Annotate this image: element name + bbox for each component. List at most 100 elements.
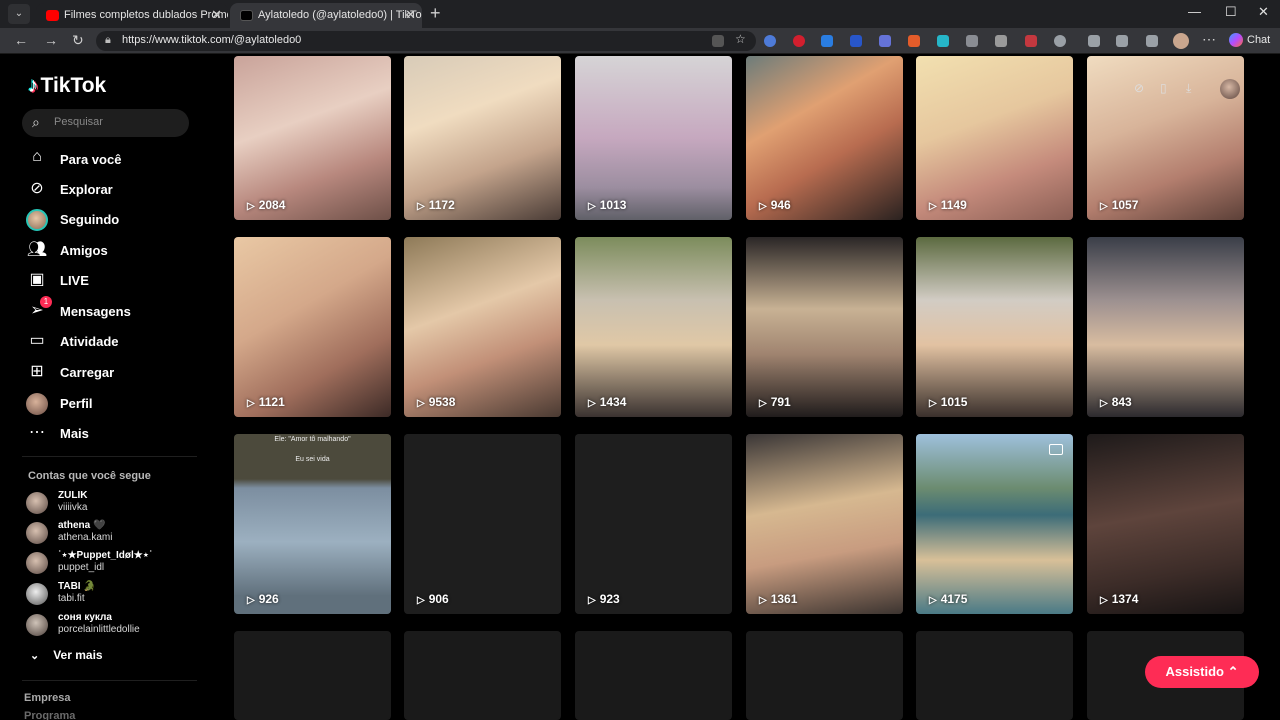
extension-icon[interactable]: [879, 35, 891, 47]
video-thumbnail: [234, 56, 391, 220]
video-card[interactable]: ▷ 1434: [575, 237, 732, 417]
video-card[interactable]: ▷ 9538: [404, 237, 561, 417]
site-info-icon[interactable]: 🔒︎: [105, 34, 111, 47]
profile-avatar[interactable]: [1173, 33, 1189, 49]
nav-mensagens[interactable]: ➢ 1 Mensagens: [24, 296, 204, 324]
maximize-icon[interactable]: ☐: [1225, 4, 1237, 20]
extension-icon[interactable]: [850, 35, 862, 47]
following-account[interactable]: соня кукла porcelainlittledollie: [26, 612, 206, 638]
video-card[interactable]: ▷ 4175: [916, 434, 1073, 614]
extension-icon[interactable]: [764, 35, 776, 47]
video-thumbnail: [916, 434, 1073, 614]
tiktok-logo[interactable]: ♪TikTok: [28, 74, 106, 98]
nav-explorar[interactable]: ⊘ Explorar: [24, 178, 204, 202]
copilot-chat-button[interactable]: Chat: [1229, 33, 1270, 47]
play-icon: ▷: [929, 398, 937, 409]
nav-carregar[interactable]: ⊞ Carregar: [24, 361, 204, 385]
video-thumbnail: [1087, 434, 1244, 614]
nav-label: Perfil: [60, 396, 93, 411]
video-card[interactable]: ▷ 1374: [1087, 434, 1244, 614]
nav-label: Explorar: [60, 182, 113, 197]
favorites-icon[interactable]: [1116, 35, 1128, 47]
nav-atividade[interactable]: ▭ Atividade: [24, 330, 204, 354]
following-account[interactable]: ˙⋆★Puppet_Idøl★⋆˙ puppet_idl: [26, 550, 206, 576]
url-field[interactable]: 🔒︎ https://www.tiktok.com/@aylatoledo0: [96, 31, 756, 51]
video-card[interactable]: ▷ 1015: [916, 237, 1073, 417]
nav-label: Amigos: [60, 243, 108, 258]
view-count: ▷ 1172: [417, 198, 455, 212]
divider: [22, 680, 197, 681]
device-icon[interactable]: ▯: [1160, 81, 1167, 95]
account-name: TABI 🐊: [58, 581, 96, 592]
extension-icon[interactable]: [1025, 35, 1037, 47]
footer-program-link[interactable]: Programa: [24, 710, 75, 720]
account-handle: athena.kami: [58, 532, 113, 543]
nav-seguindo[interactable]: Seguindo: [24, 208, 204, 232]
video-card[interactable]: ▷ 1361: [746, 434, 903, 614]
play-icon: ▷: [588, 595, 596, 606]
extension-icon[interactable]: [793, 35, 805, 47]
view-count: ▷ 4175: [929, 592, 968, 606]
account-handle: viiiivka: [58, 502, 88, 513]
video-card[interactable]: ▷ 1121: [234, 237, 391, 417]
avatar: [26, 552, 48, 574]
extension-icon[interactable]: [966, 35, 978, 47]
following-account[interactable]: athena 🖤 athena.kami: [26, 520, 206, 546]
tab-search-icon[interactable]: ⌄: [8, 4, 30, 24]
video-card[interactable]: ▷ 2084: [234, 56, 391, 220]
extension-icon[interactable]: [908, 35, 920, 47]
video-card[interactable]: ▷ 923: [575, 434, 732, 614]
video-card[interactable]: ▷ 791: [746, 237, 903, 417]
address-toolbar: ← → ↻ 🔒︎ https://www.tiktok.com/@aylatol…: [0, 28, 1280, 54]
video-card[interactable]: Ele: "Amor tô malhando" Eu sei vida ▷ 926: [234, 434, 391, 614]
video-card[interactable]: ▷ 843: [1087, 237, 1244, 417]
play-icon: ▷: [759, 398, 767, 409]
minimize-icon[interactable]: —: [1188, 4, 1201, 19]
app-install-icon[interactable]: [712, 35, 724, 47]
favorite-star-icon[interactable]: ☆: [735, 32, 747, 46]
following-account[interactable]: TABI 🐊 tabi.fit: [26, 581, 206, 607]
browser-tab-1[interactable]: Filmes completos dublados Promo ✕: [36, 3, 228, 28]
video-card[interactable]: ▷ 906: [404, 434, 561, 614]
footer-company-link[interactable]: Empresa: [24, 692, 70, 704]
nav-live[interactable]: ▣ LIVE: [24, 269, 204, 293]
tab-title: Filmes completos dublados Promo: [64, 9, 228, 21]
user-avatar[interactable]: [1220, 79, 1240, 99]
assistido-button[interactable]: Assistido ⌃: [1145, 656, 1259, 688]
forward-icon[interactable]: →: [44, 32, 58, 48]
video-card[interactable]: ▷ 1172: [404, 56, 561, 220]
nav-para-voce[interactable]: ⌂ Para você: [24, 148, 204, 172]
close-window-icon[interactable]: ✕: [1258, 4, 1269, 20]
following-section-title: Contas que você segue: [28, 470, 151, 482]
nav-perfil[interactable]: Perfil: [24, 392, 204, 416]
nav-mais[interactable]: ⋯ Mais: [24, 422, 204, 446]
compass-icon[interactable]: ⊘: [1134, 81, 1144, 95]
new-tab-icon[interactable]: +: [430, 3, 441, 24]
see-more-button[interactable]: ⌄ Ver mais: [30, 648, 103, 662]
download-icon[interactable]: [1146, 35, 1158, 47]
reload-icon[interactable]: ↻: [72, 32, 84, 49]
more-menu-icon[interactable]: ⋯: [1202, 31, 1216, 48]
video-thumbnail: [234, 237, 391, 417]
close-tab-icon[interactable]: ✕: [211, 7, 222, 23]
extension-icon[interactable]: [995, 35, 1007, 47]
video-card[interactable]: ▷ 1149: [916, 56, 1073, 220]
video-card[interactable]: ▷ 1013: [575, 56, 732, 220]
extensions-puzzle-icon[interactable]: [1088, 35, 1100, 47]
search-input[interactable]: ⌕ Pesquisar: [22, 109, 189, 137]
browser-tab-2[interactable]: Aylatoledo (@aylatoledo0) | TikTok ✕: [230, 3, 422, 28]
extension-icon[interactable]: [1054, 35, 1066, 47]
back-icon[interactable]: ←: [14, 32, 28, 48]
following-account[interactable]: ZULIK viiiivka: [26, 490, 206, 516]
extension-icon[interactable]: [821, 35, 833, 47]
nav-amigos[interactable]: 👥︎ Amigos: [24, 239, 204, 263]
nav-label: LIVE: [60, 273, 89, 288]
tiktok-note-icon: ♪: [28, 74, 39, 97]
download-icon[interactable]: ⤓: [1186, 81, 1191, 96]
account-name: ZULIK: [58, 490, 88, 501]
video-card[interactable]: ▷ 946: [746, 56, 903, 220]
avatar: [26, 583, 48, 605]
play-icon: ▷: [1100, 595, 1108, 606]
close-tab-icon[interactable]: ✕: [405, 7, 416, 23]
extension-icon[interactable]: [937, 35, 949, 47]
